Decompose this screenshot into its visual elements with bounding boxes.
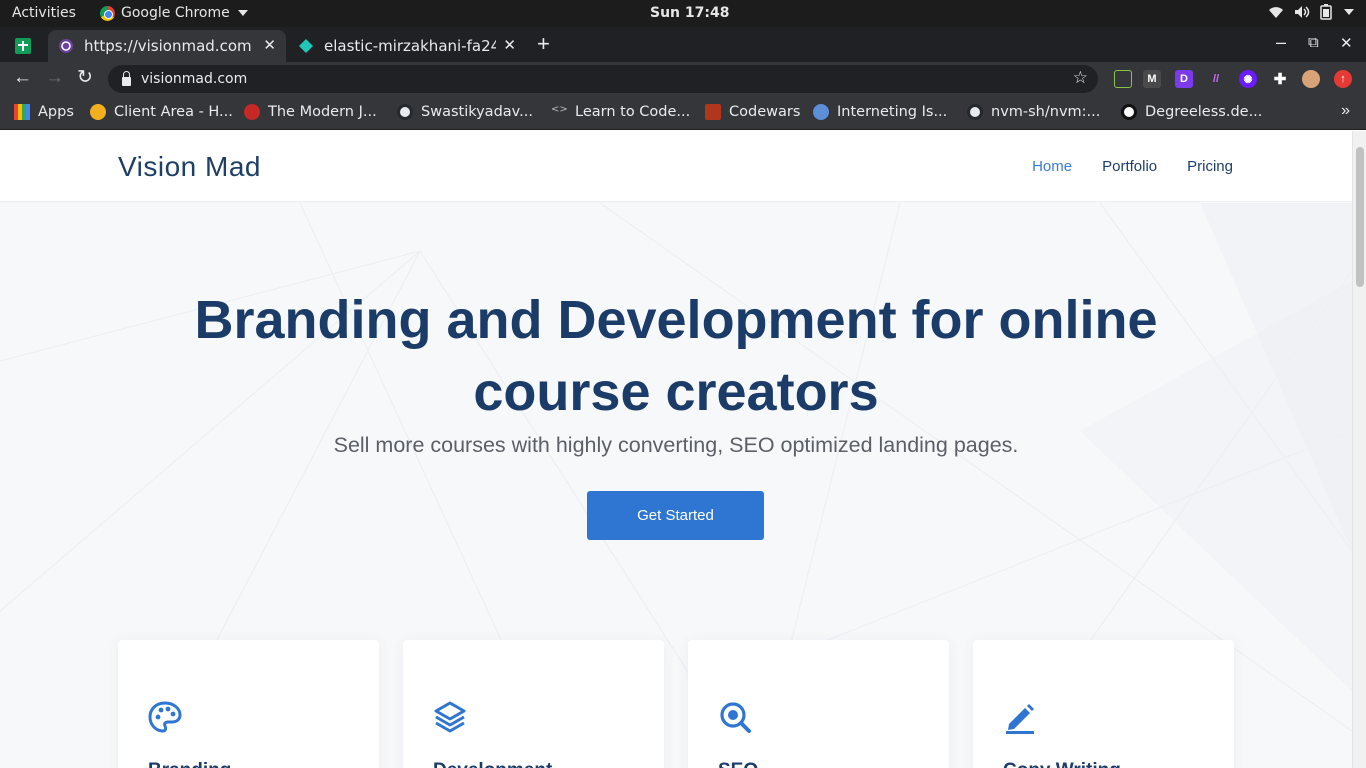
restore-button[interactable]: ⧉ (1308, 34, 1319, 51)
update-icon[interactable]: ↑ (1334, 70, 1352, 88)
github-icon (397, 104, 413, 120)
service-card-branding[interactable]: Branding (118, 640, 379, 768)
wifi-icon (1269, 7, 1283, 18)
profile-avatar[interactable] (1302, 70, 1320, 88)
service-card-seo[interactable]: SEO (688, 640, 949, 768)
visionmad-favicon-icon (59, 39, 73, 53)
bookmark-apps[interactable]: Apps (14, 104, 74, 120)
minimize-button[interactable]: – (1276, 32, 1286, 53)
os-top-bar: Activities Google Chrome Sun 17:48 (0, 0, 1366, 27)
bookmark-label: nvm-sh/nvm:... (991, 104, 1101, 120)
bookmark-nvm[interactable]: nvm-sh/nvm:... (967, 104, 1100, 120)
bookmark-swastikyadav[interactable]: Swastikyadav... (397, 104, 533, 120)
nav-pricing[interactable]: Pricing (1187, 158, 1233, 175)
client-area-icon (90, 104, 106, 120)
tab-strip: https://visionmad.com ✕ elastic-mirzakha… (0, 27, 1366, 62)
chevron-down-icon (237, 10, 248, 16)
bookmarks-bar: Apps Client Area - H... The Modern J... … (0, 96, 1366, 130)
back-button[interactable]: ← (13, 68, 32, 88)
bookmark-label: Swastikyadav... (421, 104, 533, 120)
bookmark-label: Client Area - H... (114, 104, 233, 120)
get-started-button[interactable]: Get Started (587, 491, 764, 540)
bookmark-star-icon[interactable]: ☆ (1073, 68, 1088, 88)
github-icon (967, 104, 983, 120)
chevron-down-icon (1344, 9, 1354, 15)
service-card-copy-writing[interactable]: Copy Writing (973, 640, 1234, 768)
bookmark-label: Degreeless.de... (1145, 104, 1263, 120)
main-nav: Home Portfolio Pricing (1032, 158, 1233, 175)
modern-js-icon (244, 104, 260, 120)
bookmark-learn-to-code[interactable]: <> Learn to Code... (551, 104, 690, 120)
battery-icon (1320, 4, 1332, 20)
codewars-icon (705, 104, 721, 120)
address-bar[interactable]: visionmad.com ☆ (108, 65, 1098, 93)
activities-button[interactable]: Activities (12, 5, 76, 21)
hero-subtitle: Sell more courses with highly converting… (333, 433, 1019, 457)
bookmark-interneting[interactable]: Interneting Is... (813, 104, 947, 120)
system-tray[interactable] (1268, 4, 1354, 20)
extension-slash-icon[interactable]: // (1207, 70, 1225, 88)
card-title: Branding (148, 760, 231, 768)
close-icon[interactable]: ✕ (503, 36, 516, 54)
sheets-icon (15, 38, 31, 54)
tab-visionmad[interactable]: https://visionmad.com ✕ (48, 30, 286, 62)
bookmark-client-area[interactable]: Client Area - H... (90, 104, 233, 120)
netlify-favicon-icon (299, 39, 313, 53)
site-header: Vision Mad Home Portfolio Pricing (0, 131, 1352, 202)
site-logo[interactable]: Vision Mad (118, 151, 261, 183)
card-title: Development (433, 760, 552, 768)
bookmark-label: Interneting Is... (837, 104, 948, 120)
new-tab-button[interactable]: + (537, 33, 550, 55)
degreeless-icon (1121, 104, 1137, 120)
bookmark-modern-js[interactable]: The Modern J... (244, 104, 377, 120)
tab-elastic-mirzakhani[interactable]: elastic-mirzakhani-fa2499 ✕ (288, 30, 526, 62)
chrome-logo-icon (100, 5, 115, 21)
bookmark-label: Learn to Code... (575, 104, 691, 120)
tab-label: elastic-mirzakhani-fa2499 (324, 37, 496, 55)
service-card-development[interactable]: Development (403, 640, 664, 768)
nav-portfolio[interactable]: Portfolio (1102, 158, 1157, 175)
scrollbar-thumb[interactable] (1356, 147, 1364, 287)
bookmark-label: Apps (38, 104, 74, 120)
app-menu[interactable]: Google Chrome (100, 5, 248, 21)
extension-d-icon[interactable]: D (1175, 70, 1193, 88)
extension-m-icon[interactable]: M (1143, 70, 1161, 88)
tab-label: https://visionmad.com (84, 37, 252, 55)
palette-icon (148, 701, 182, 733)
clock[interactable]: Sun 17:48 (650, 5, 729, 21)
extensions-puzzle-icon[interactable]: ✚ (1271, 70, 1289, 88)
card-title: Copy Writing (1003, 760, 1121, 768)
extension-gear-icon[interactable]: ✺ (1239, 70, 1257, 88)
card-title: SEO (718, 760, 758, 768)
layers-icon (434, 701, 466, 733)
page-scrollbar[interactable] (1352, 131, 1366, 768)
interneting-icon (813, 104, 829, 120)
code-icon: <> (551, 104, 568, 115)
bookmark-label: The Modern J... (268, 104, 377, 120)
close-icon[interactable]: ✕ (263, 36, 276, 54)
search-icon (720, 702, 751, 733)
apps-grid-icon (14, 104, 30, 120)
forward-button[interactable]: → (45, 68, 64, 88)
browser-toolbar: ← → ↻ visionmad.com ☆ M D // ✺ ✚ ↑ (0, 62, 1366, 96)
volume-icon (1295, 6, 1310, 18)
bookmark-codewars[interactable]: Codewars (705, 104, 800, 120)
bookmark-degreeless[interactable]: Degreeless.de... (1121, 104, 1262, 120)
hero-title: Branding and Development for online cour… (194, 290, 1158, 422)
nav-home[interactable]: Home (1032, 158, 1072, 175)
extension-icon[interactable] (1114, 70, 1132, 88)
lock-icon (122, 70, 131, 86)
app-menu-label: Google Chrome (121, 5, 230, 21)
pinned-tab-sheets[interactable] (10, 35, 36, 57)
address-text: visionmad.com (141, 71, 248, 87)
web-page: Vision Mad Home Portfolio Pricing Brandi… (0, 131, 1352, 768)
reload-button[interactable]: ↻ (77, 68, 93, 88)
close-window-button[interactable]: ✕ (1340, 34, 1353, 52)
bookmarks-overflow-button[interactable]: » (1341, 102, 1350, 120)
pen-icon (1006, 704, 1034, 734)
bookmark-label: Codewars (729, 104, 801, 120)
